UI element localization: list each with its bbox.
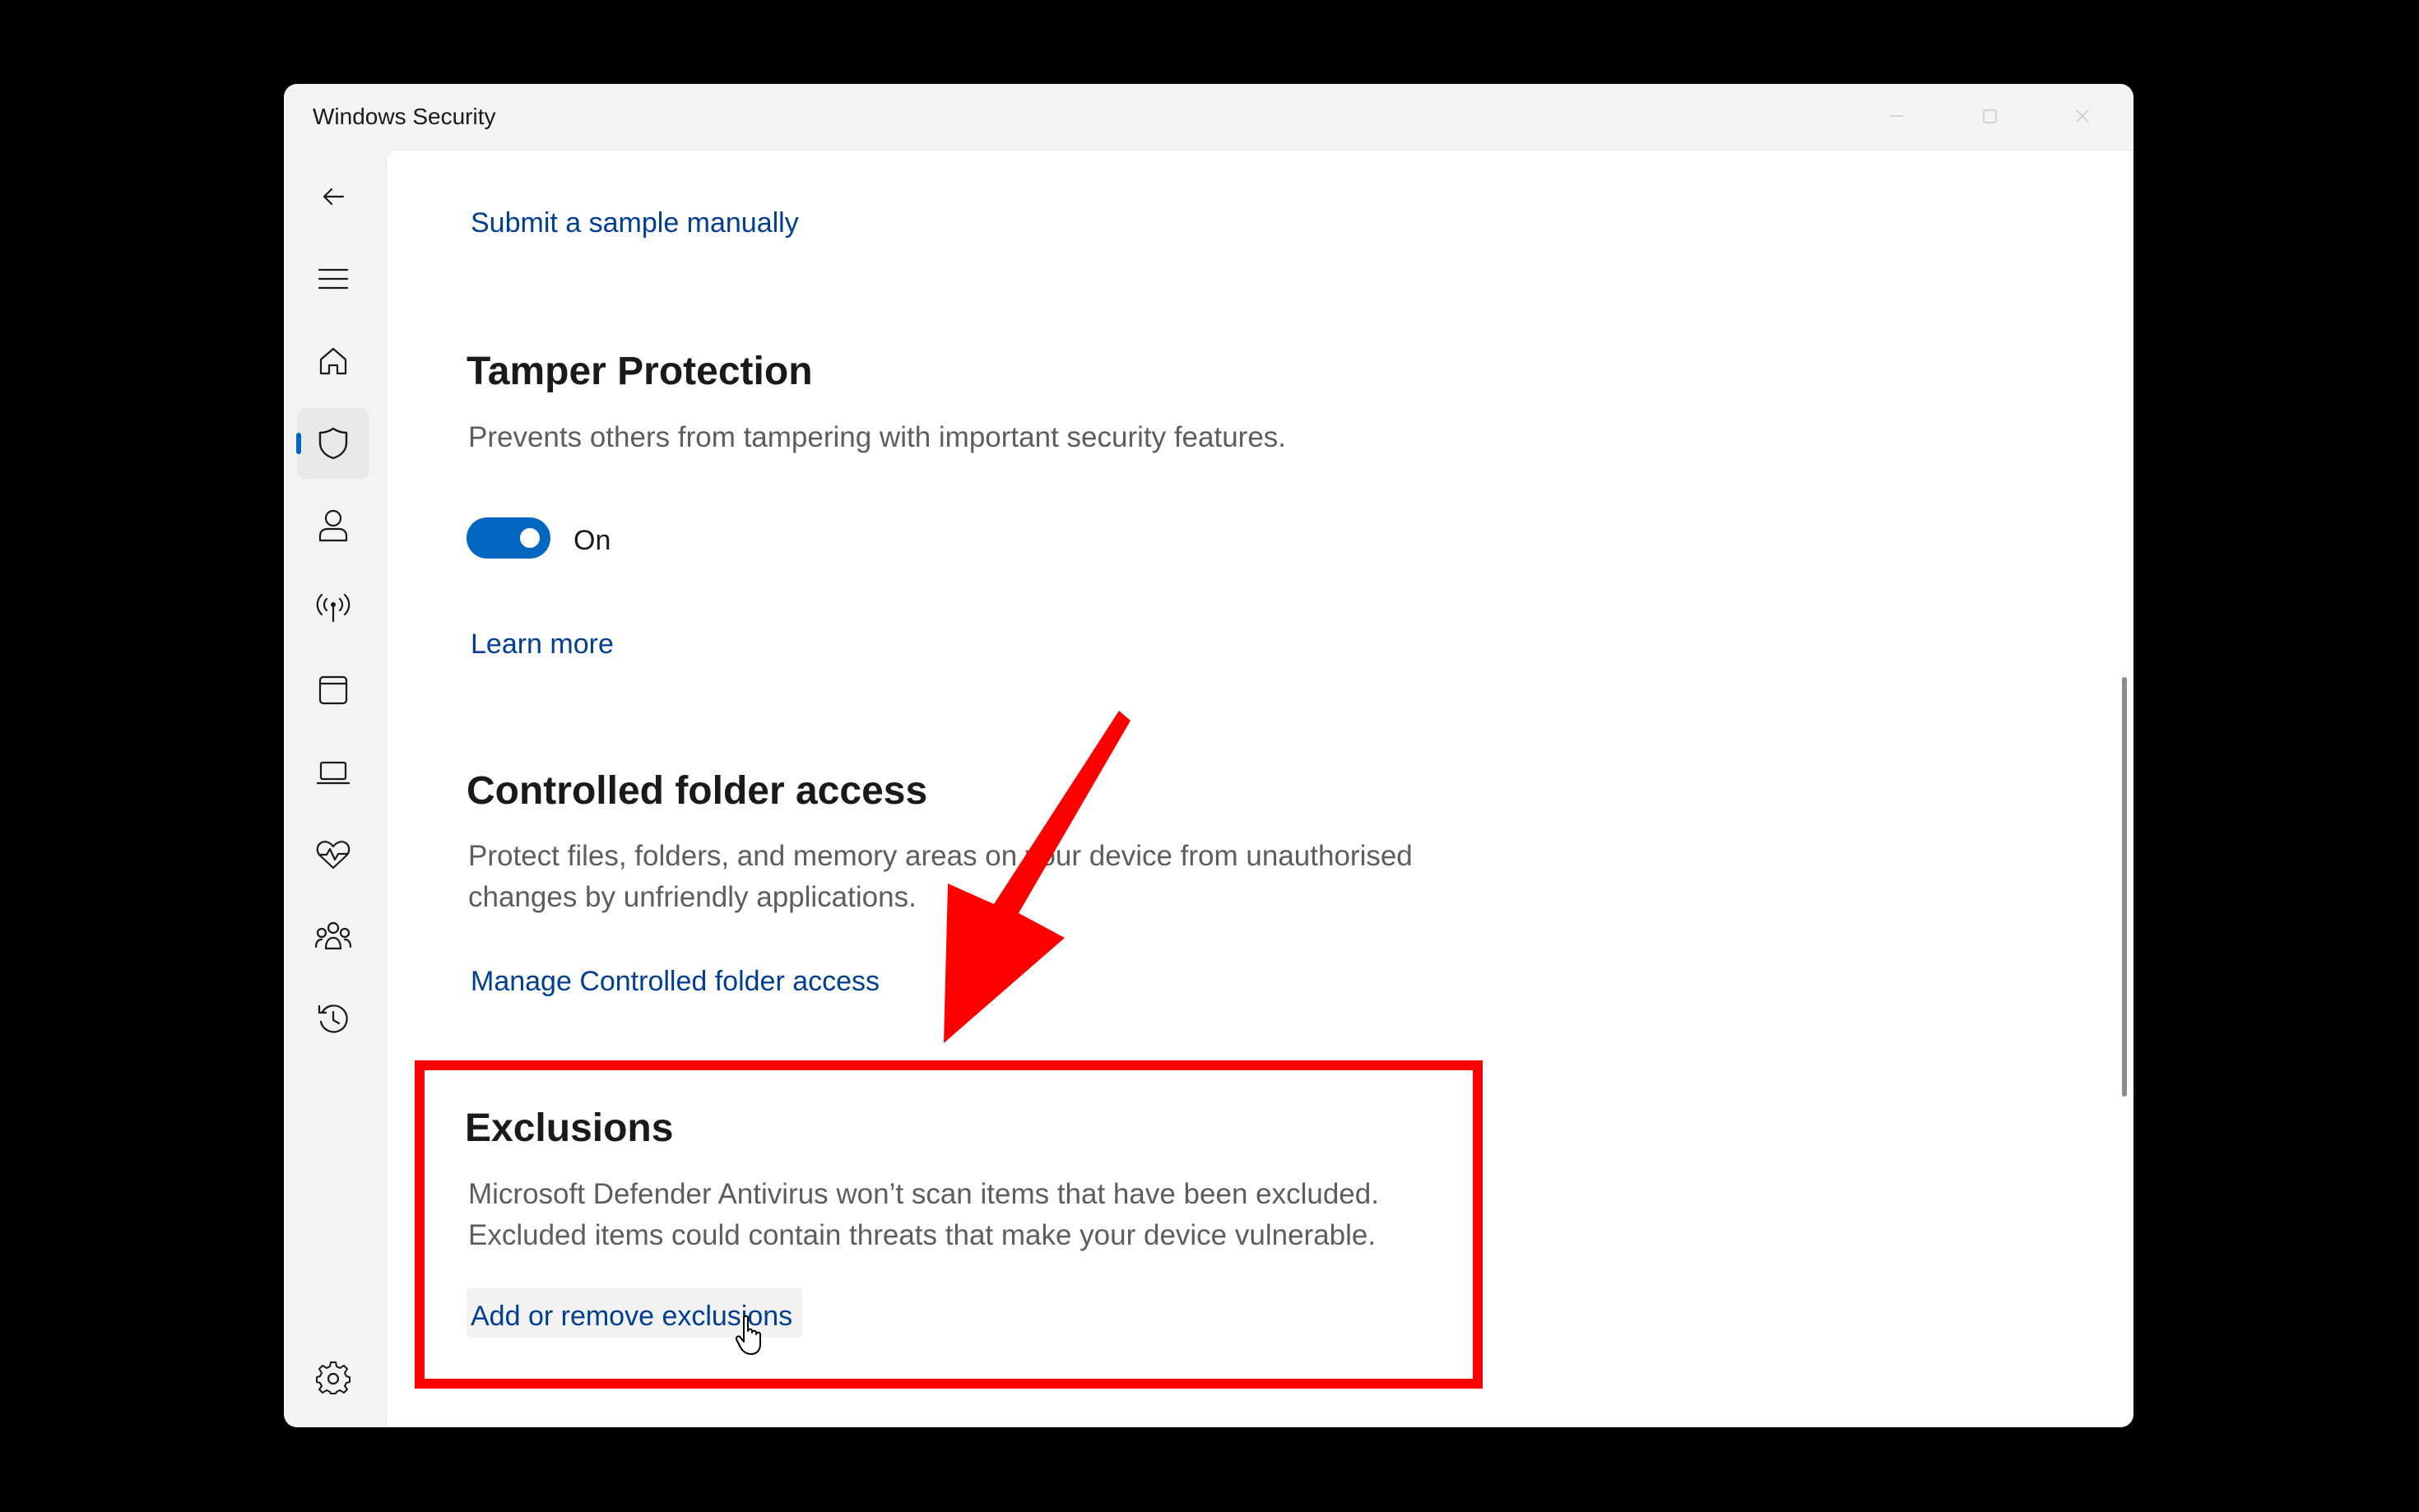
hand-cursor-icon — [735, 1315, 761, 1355]
annotation-arrow-icon — [944, 711, 1131, 1043]
